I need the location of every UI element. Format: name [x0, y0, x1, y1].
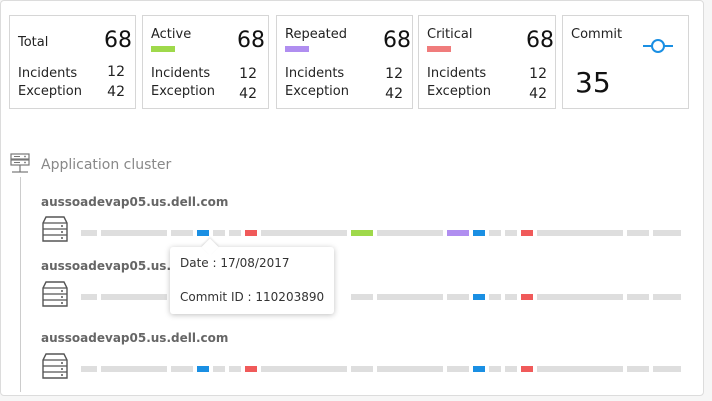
timeline-segment[interactable]	[377, 294, 443, 300]
commit-icon	[643, 39, 673, 53]
timeline-segment[interactable]	[537, 366, 623, 372]
tooltip-commit-id: Commit ID : 110203890	[180, 290, 325, 304]
active-incidents-label: Incidents	[151, 66, 211, 81]
total-incidents-label: Incidents	[18, 66, 78, 81]
timeline-segment[interactable]	[81, 294, 97, 300]
timeline-critical-marker[interactable]	[521, 230, 533, 236]
total-title: Total	[18, 35, 49, 50]
timeline-segment[interactable]	[653, 366, 681, 372]
critical-exception-value: 42	[529, 86, 547, 102]
repeated-exception-value: 42	[385, 86, 403, 102]
timeline-segment[interactable]	[101, 294, 167, 300]
timeline-active-marker[interactable]	[351, 230, 373, 236]
total-exception-value: 42	[107, 84, 125, 100]
timeline-segment[interactable]	[81, 366, 97, 372]
server-icon	[42, 216, 68, 242]
commit-count: 35	[575, 66, 611, 99]
timeline-segment[interactable]	[101, 366, 167, 372]
server-cluster-icon	[10, 153, 30, 173]
critical-incidents-value: 12	[529, 66, 547, 82]
host-name[interactable]: aussoadevap05.us.dell.com	[41, 331, 228, 345]
timeline-segment[interactable]	[351, 294, 373, 300]
timeline-segment[interactable]	[489, 230, 501, 236]
total-incidents-value: 12	[107, 64, 125, 80]
active-count: 68	[237, 28, 265, 53]
active-title: Active	[151, 27, 192, 42]
timeline-critical-marker[interactable]	[245, 366, 257, 372]
timeline-segment[interactable]	[489, 294, 501, 300]
critical-swatch	[427, 46, 451, 52]
timeline-segment[interactable]	[261, 230, 347, 236]
timeline-segment[interactable]	[351, 366, 373, 372]
commit-tooltip: Date : 17/08/2017 Commit ID : 110203890	[170, 238, 334, 314]
timeline-segment[interactable]	[377, 230, 443, 236]
commit-timeline[interactable]	[81, 366, 681, 372]
repeated-title: Repeated	[285, 27, 348, 42]
timeline-segment[interactable]	[489, 366, 501, 372]
timeline-segment[interactable]	[213, 366, 225, 372]
timeline-repeated-marker[interactable]	[447, 230, 469, 236]
host-name[interactable]: aussoadevap05.us.dell.com	[41, 195, 228, 209]
timeline-segment[interactable]	[505, 294, 517, 300]
timeline-segment[interactable]	[101, 230, 167, 236]
repeated-count: 68	[383, 28, 411, 53]
timeline-critical-marker[interactable]	[521, 294, 533, 300]
timeline-segment[interactable]	[213, 230, 225, 236]
cluster-label: Application cluster	[41, 157, 172, 173]
timeline-commit-marker[interactable]	[473, 366, 485, 372]
repeated-exception-label: Exception	[285, 84, 349, 99]
cluster-tree-line	[20, 177, 21, 392]
timeline-segment[interactable]	[627, 366, 649, 372]
timeline-segment[interactable]	[171, 230, 193, 236]
server-icon	[42, 281, 68, 307]
timeline-segment[interactable]	[81, 230, 97, 236]
timeline-segment[interactable]	[653, 294, 681, 300]
timeline-segment[interactable]	[653, 230, 681, 236]
timeline-segment[interactable]	[537, 294, 623, 300]
repeated-swatch	[285, 46, 309, 52]
timeline-commit-marker[interactable]	[473, 294, 485, 300]
critical-card[interactable]: Critical 68 Incidents 12 Exception 42	[418, 15, 556, 109]
timeline-segment[interactable]	[171, 366, 193, 372]
tooltip-date: Date : 17/08/2017	[180, 256, 290, 270]
active-exception-value: 42	[239, 86, 257, 102]
repeated-incidents-label: Incidents	[285, 66, 345, 81]
timeline-commit-marker[interactable]	[473, 230, 485, 236]
commit-card[interactable]: Commit 35	[562, 15, 689, 109]
timeline-segment[interactable]	[627, 294, 649, 300]
timeline-segment[interactable]	[447, 294, 469, 300]
timeline-segment[interactable]	[505, 230, 517, 236]
timeline-commit-marker[interactable]	[197, 230, 209, 236]
timeline-segment[interactable]	[261, 366, 347, 372]
total-exception-label: Exception	[18, 84, 82, 99]
critical-title: Critical	[427, 27, 473, 42]
tooltip-arrow	[201, 238, 219, 256]
timeline-segment[interactable]	[537, 230, 623, 236]
critical-count: 68	[526, 28, 554, 53]
active-swatch	[151, 46, 175, 52]
server-icon	[42, 353, 68, 379]
repeated-incidents-value: 12	[385, 66, 403, 82]
active-exception-label: Exception	[151, 84, 215, 99]
active-incidents-value: 12	[239, 66, 257, 82]
timeline-segment[interactable]	[229, 230, 241, 236]
timeline-segment[interactable]	[447, 366, 469, 372]
total-count: 68	[104, 28, 132, 53]
commit-title: Commit	[571, 27, 623, 42]
critical-incidents-label: Incidents	[427, 66, 487, 81]
timeline-segment[interactable]	[377, 366, 443, 372]
dashboard-panel: Total 68 Incidents 12 Exception 42 Activ…	[0, 0, 704, 396]
commit-timeline[interactable]	[81, 230, 681, 236]
critical-exception-label: Exception	[427, 84, 491, 99]
total-card[interactable]: Total 68 Incidents 12 Exception 42	[9, 15, 136, 109]
repeated-card[interactable]: Repeated 68 Incidents 12 Exception 42	[276, 15, 413, 109]
timeline-critical-marker[interactable]	[245, 230, 257, 236]
timeline-segment[interactable]	[505, 366, 517, 372]
active-card[interactable]: Active 68 Incidents 12 Exception 42	[142, 15, 269, 109]
timeline-critical-marker[interactable]	[521, 366, 533, 372]
timeline-commit-marker[interactable]	[197, 366, 209, 372]
timeline-segment[interactable]	[229, 366, 241, 372]
timeline-segment[interactable]	[627, 230, 649, 236]
